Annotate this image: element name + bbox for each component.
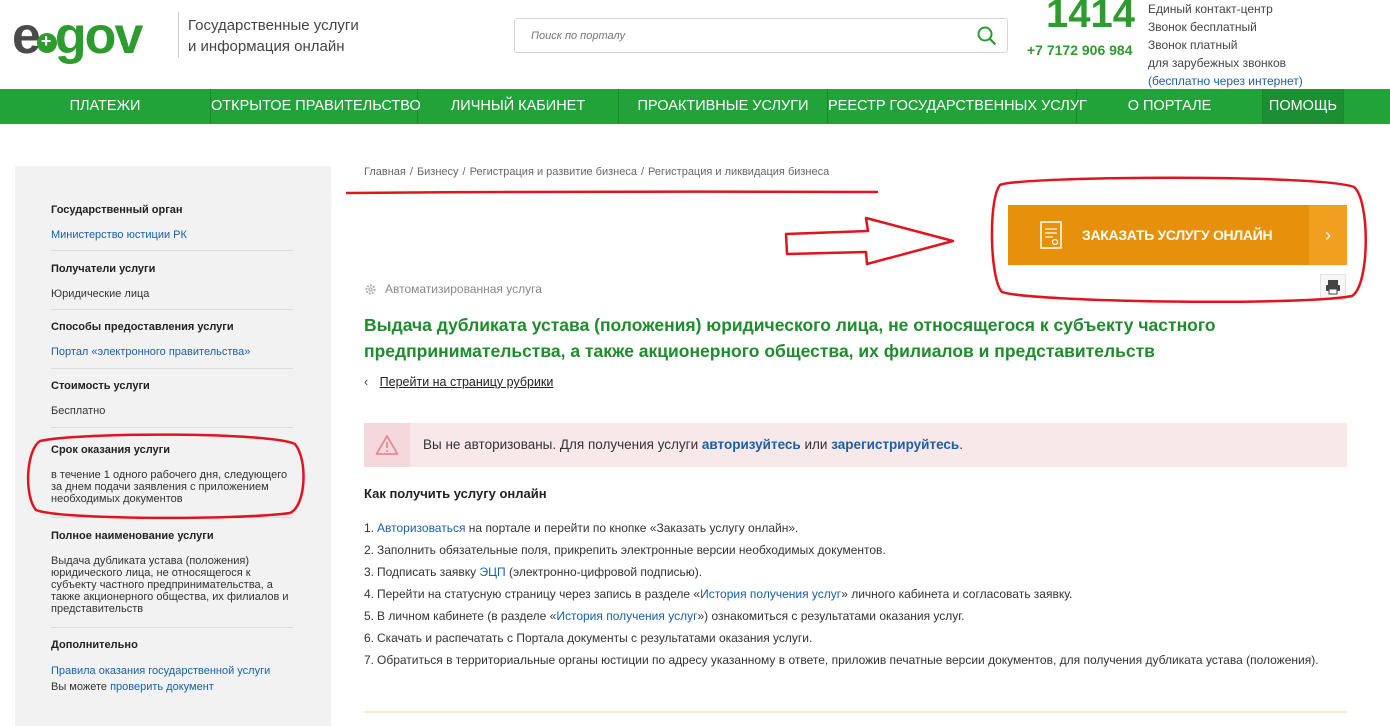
order-button-circle-annotation bbox=[990, 176, 1367, 304]
breadcrumb-underline-annotation bbox=[345, 190, 879, 195]
red-annotation-overlay bbox=[26, 176, 1367, 520]
term-circle-annotation bbox=[26, 433, 305, 520]
arrow-annotation bbox=[784, 216, 955, 266]
